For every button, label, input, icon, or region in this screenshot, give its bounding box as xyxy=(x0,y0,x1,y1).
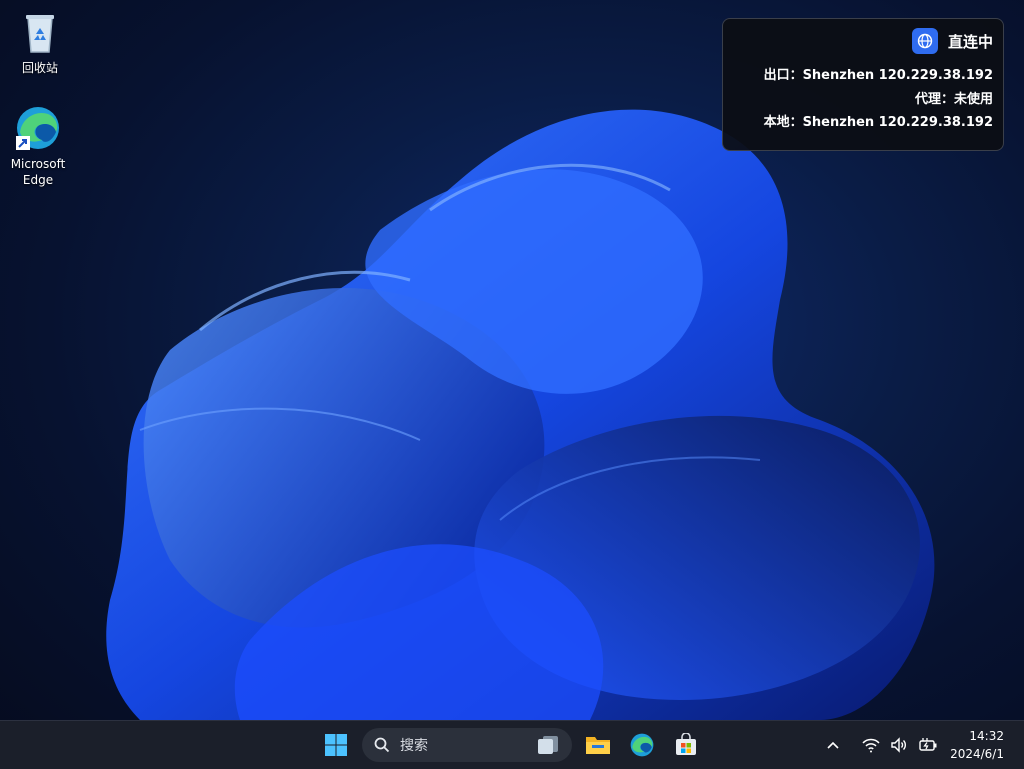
file-explorer-icon xyxy=(586,737,610,754)
taskbar: 搜索 14:32 2024/6/1 xyxy=(0,720,1024,769)
task-view-icon[interactable] xyxy=(536,734,560,756)
desktop-icon-edge[interactable]: Microsoft Edge xyxy=(2,104,74,188)
network-status-header: 直连中 xyxy=(911,28,993,54)
windows-start-icon xyxy=(325,734,347,756)
file-explorer-button[interactable] xyxy=(582,729,614,761)
chevron-up-icon[interactable] xyxy=(826,740,840,750)
recycle-bin-label: 回收站 xyxy=(21,61,58,75)
search-placeholder: 搜索 xyxy=(400,738,428,754)
taskbar-search-box[interactable]: 搜索 xyxy=(362,728,572,762)
clock-date: 2024/6/1 xyxy=(950,747,1004,761)
edge-taskbar-button[interactable] xyxy=(626,729,658,761)
taskbar-clock[interactable]: 14:32 2024/6/1 xyxy=(950,727,1004,763)
microsoft-store-button[interactable] xyxy=(670,729,702,761)
edge-icon xyxy=(630,733,654,757)
globe-icon xyxy=(911,28,938,54)
system-tray xyxy=(826,721,938,769)
wifi-icon[interactable] xyxy=(862,737,880,753)
local-address: 本地：Shenzhen 120.229.38.192 xyxy=(763,115,993,130)
recycle-bin-icon xyxy=(16,8,64,56)
clock-time: 14:32 xyxy=(969,729,1004,743)
battery-charging-icon[interactable] xyxy=(918,737,938,753)
desktop-icon-recycle-bin[interactable]: 回收站 xyxy=(4,8,76,76)
network-status-panel: 直连中 出口：Shenzhen 120.229.38.192 代理：未使用 本地… xyxy=(722,18,1004,151)
exit-address: 出口：Shenzhen 120.229.38.192 xyxy=(763,68,993,83)
search-icon xyxy=(374,737,390,753)
start-button[interactable] xyxy=(320,729,352,761)
connection-status-title: 直连中 xyxy=(947,32,993,51)
microsoft-store-icon xyxy=(676,733,696,755)
volume-icon[interactable] xyxy=(890,737,908,753)
proxy-status: 代理：未使用 xyxy=(914,92,993,107)
edge-icon xyxy=(14,104,62,152)
edge-label: Microsoft Edge xyxy=(10,157,66,187)
